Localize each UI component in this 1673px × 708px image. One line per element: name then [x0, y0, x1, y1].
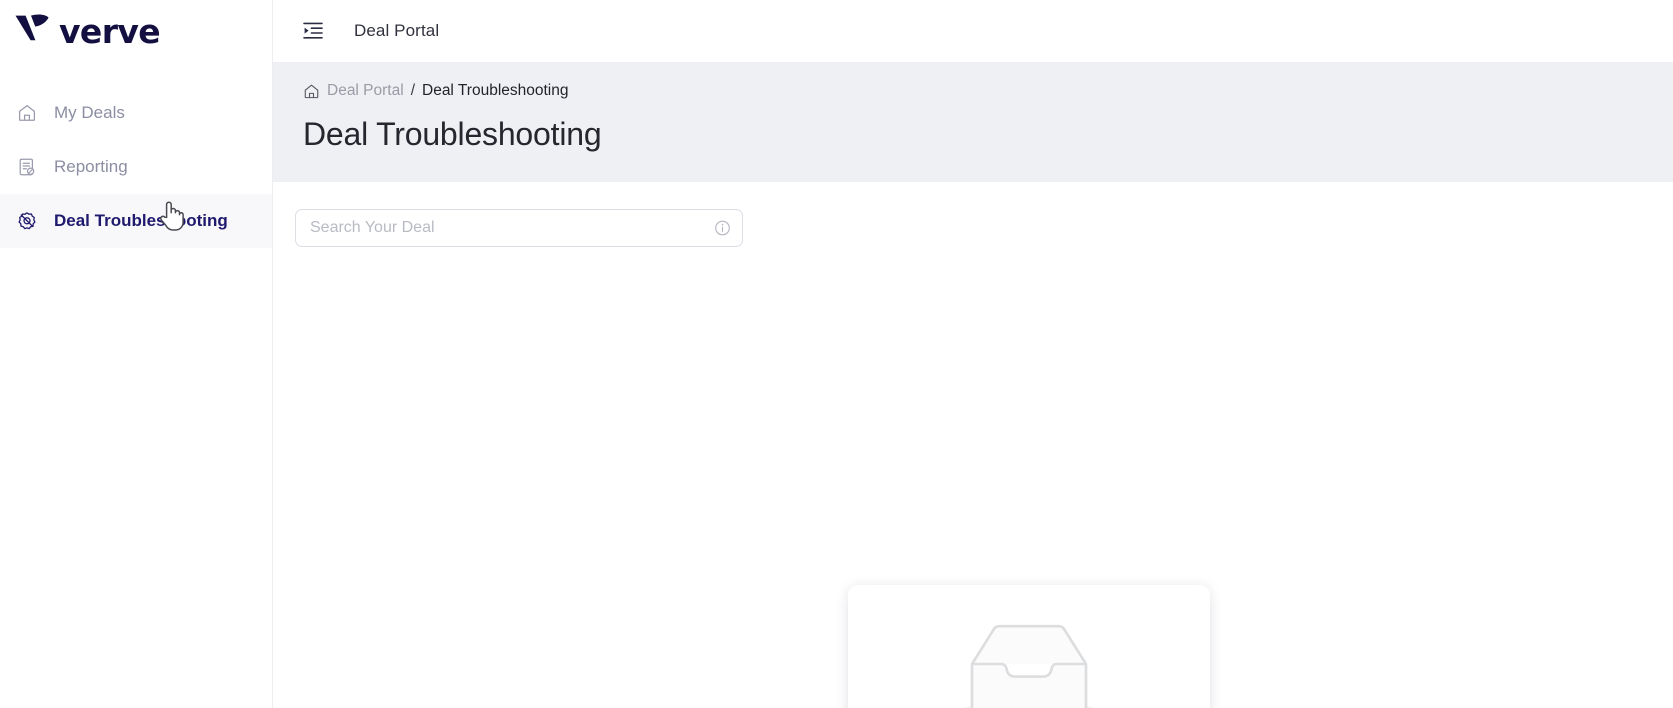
search-input[interactable]: [295, 209, 743, 247]
breadcrumb-parent-link[interactable]: Deal Portal: [327, 83, 404, 99]
troubleshoot-gear-icon: [17, 211, 37, 231]
app-root: verve My Deals Reporting Deal Troublesho…: [0, 0, 1673, 708]
sidebar-item-label: Reporting: [54, 157, 128, 176]
home-icon[interactable]: [303, 83, 320, 100]
sidebar-item-label: My Deals: [54, 103, 125, 122]
breadcrumb-current: Deal Troubleshooting: [422, 82, 569, 100]
search-field-wrapper: [295, 209, 743, 247]
page-header-band: Deal Portal / Deal Troubleshooting Deal …: [273, 62, 1673, 182]
breadcrumb-separator: /: [410, 82, 415, 100]
content-area: No Data to show at this moment! Please e…: [273, 182, 1673, 708]
empty-state-card: No Data to show at this moment! Please e…: [848, 585, 1210, 708]
sidebar: verve My Deals Reporting Deal Troublesho…: [0, 0, 273, 708]
report-document-icon: [17, 157, 37, 177]
topbar-title: Deal Portal: [354, 21, 440, 40]
verve-v-mark-icon: [14, 14, 50, 49]
info-circle-icon[interactable]: [714, 220, 731, 237]
brand-logo[interactable]: verve: [0, 0, 272, 62]
breadcrumb: Deal Portal / Deal Troubleshooting: [303, 82, 1673, 100]
topbar: Deal Portal: [273, 0, 1673, 62]
sidebar-item-my-deals[interactable]: My Deals: [0, 86, 272, 140]
home-icon: [17, 103, 37, 123]
page-title: Deal Troubleshooting: [303, 116, 602, 152]
sidebar-nav: My Deals Reporting Deal Troubleshooting: [0, 86, 272, 248]
sidebar-item-deal-troubleshooting[interactable]: Deal Troubleshooting: [0, 194, 272, 248]
sidebar-item-label: Deal Troubleshooting: [54, 211, 228, 230]
sidebar-item-reporting[interactable]: Reporting: [0, 140, 272, 194]
main-area: Deal Portal Deal Portal / Deal Troublesh…: [273, 0, 1673, 708]
brand-name: verve: [59, 11, 161, 51]
empty-inbox-icon: [939, 620, 1119, 708]
menu-fold-icon[interactable]: [300, 18, 326, 44]
